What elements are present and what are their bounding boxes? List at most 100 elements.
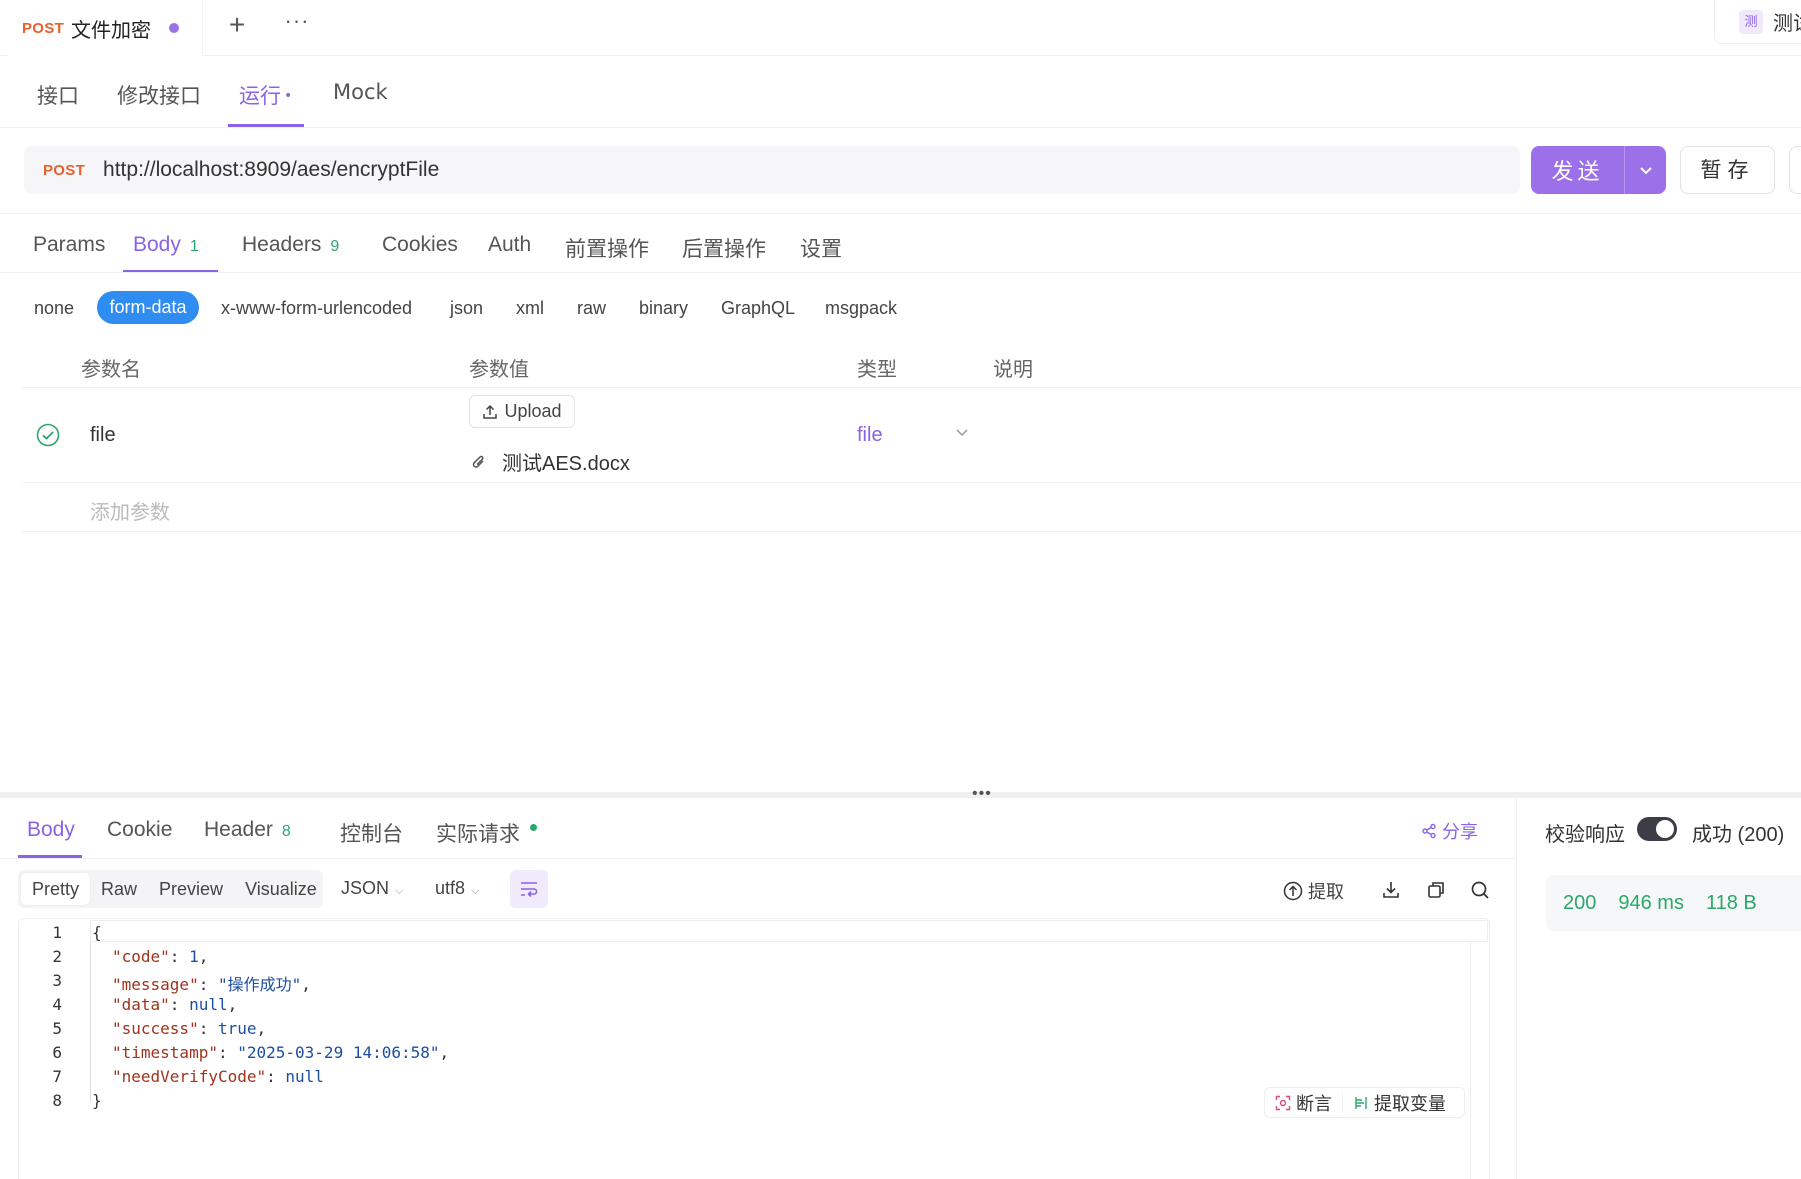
tab-auth[interactable]: Auth bbox=[488, 233, 531, 257]
response-tab-console[interactable]: 控制台 bbox=[340, 818, 403, 848]
environment-selector[interactable]: 测 测试 bbox=[1714, 0, 1801, 44]
view-pretty[interactable]: Pretty bbox=[21, 873, 91, 905]
send-button[interactable]: 发送 bbox=[1531, 146, 1666, 194]
method-selector[interactable]: POST bbox=[43, 162, 85, 179]
request-tab-title: 文件加密 bbox=[71, 17, 152, 42]
extract-button[interactable]: 提取 bbox=[1283, 878, 1344, 904]
toggle-knob bbox=[1656, 820, 1674, 838]
send-button-label: 发送 bbox=[1551, 160, 1604, 185]
line-number: 1 bbox=[52, 923, 62, 942]
send-options-chevron-icon[interactable] bbox=[1625, 162, 1666, 178]
body-type-raw[interactable]: raw bbox=[577, 297, 606, 319]
body-type-json[interactable]: json bbox=[450, 297, 483, 319]
upload-icon bbox=[483, 404, 498, 419]
body-type-graphql[interactable]: GraphQL bbox=[721, 297, 795, 319]
column-header-name: 参数名 bbox=[81, 357, 141, 381]
tab-run[interactable]: 运行 • bbox=[239, 80, 292, 110]
param-name-field[interactable]: file bbox=[90, 424, 116, 447]
save-button[interactable]: 暂存 bbox=[1680, 146, 1775, 194]
request-tab[interactable]: POST 文件加密 bbox=[8, 0, 203, 56]
body-type-msgpack[interactable]: msgpack bbox=[825, 297, 897, 319]
view-raw[interactable]: Raw bbox=[90, 873, 148, 905]
share-button[interactable]: 分享 bbox=[1421, 818, 1478, 844]
more-actions-button[interactable] bbox=[1789, 146, 1801, 194]
tab-pre-actions[interactable]: 前置操作 bbox=[565, 233, 649, 263]
tab-body-label: Body bbox=[133, 233, 181, 256]
code-line: "message": "操作成功", bbox=[112, 975, 311, 994]
body-type-none[interactable]: none bbox=[34, 297, 74, 319]
tab-auth-label: Auth bbox=[488, 233, 532, 256]
url-bar[interactable]: POST http://localhost:8909/aes/encryptFi… bbox=[24, 146, 1520, 194]
environment-badge-icon: 测 bbox=[1739, 9, 1763, 34]
tab-edit-interface[interactable]: 修改接口 bbox=[117, 80, 201, 110]
tab-mock[interactable]: Mock bbox=[333, 80, 388, 104]
response-tab-cookie[interactable]: Cookie bbox=[107, 818, 172, 842]
column-header-description: 说明 bbox=[993, 357, 1033, 381]
actual-request-status-dot-icon bbox=[530, 824, 537, 831]
param-type-select[interactable]: file bbox=[857, 424, 883, 447]
tab-cookies[interactable]: Cookies bbox=[382, 233, 458, 257]
upload-button-label: Upload bbox=[504, 401, 562, 421]
verify-result-select[interactable]: 成功 (200) bbox=[1692, 818, 1784, 847]
code-line: "timestamp": "2025-03-29 14:06:58", bbox=[112, 1043, 450, 1062]
line-number: 5 bbox=[52, 1019, 62, 1038]
add-param-input[interactable]: 添加参数 bbox=[90, 496, 170, 525]
body-type-urlencoded[interactable]: x-www-form-urlencoded bbox=[221, 297, 412, 319]
response-tab-body-label: Body bbox=[27, 818, 75, 841]
tab-pre-actions-label: 前置操作 bbox=[565, 237, 649, 261]
chevron-down-icon[interactable] bbox=[954, 426, 970, 444]
url-input[interactable]: http://localhost:8909/aes/encryptFile bbox=[103, 158, 439, 182]
word-wrap-button[interactable] bbox=[510, 870, 548, 908]
new-tab-button[interactable]: + bbox=[222, 10, 252, 40]
assert-button[interactable]: 断言 bbox=[1265, 1090, 1342, 1116]
body-type-binary[interactable]: binary bbox=[639, 297, 688, 319]
tab-interface[interactable]: 接口 bbox=[37, 80, 79, 110]
line-number: 3 bbox=[52, 971, 62, 990]
body-type-form-data[interactable]: form-data bbox=[97, 291, 199, 324]
drag-handle-icon[interactable]: ••• bbox=[972, 785, 992, 803]
code-scroll-edge bbox=[1470, 942, 1471, 1179]
extract-variable-button[interactable]: 提取变量 bbox=[1343, 1090, 1456, 1116]
view-mode-group: Pretty Raw Preview Visualize bbox=[18, 870, 323, 908]
top-tab-bar bbox=[0, 0, 1801, 56]
code-line: "success": true, bbox=[112, 1019, 267, 1038]
line-number: 8 bbox=[52, 1091, 62, 1110]
body-type-xml[interactable]: xml bbox=[516, 297, 544, 319]
line-number: 4 bbox=[52, 995, 62, 1014]
panel-splitter[interactable] bbox=[0, 792, 1801, 798]
uploaded-file[interactable]: 测试AES.docx bbox=[470, 447, 630, 476]
tab-post-actions[interactable]: 后置操作 bbox=[682, 233, 766, 263]
copy-icon[interactable] bbox=[1425, 879, 1447, 901]
upload-button[interactable]: Upload bbox=[469, 395, 575, 428]
line-number: 7 bbox=[52, 1067, 62, 1086]
tab-body-count: 1 bbox=[189, 238, 199, 255]
code-line: { bbox=[92, 923, 102, 942]
encoding-select[interactable]: utf8 ⌵ bbox=[435, 878, 479, 899]
code-line: "needVerifyCode": null bbox=[112, 1067, 324, 1086]
wrap-icon bbox=[521, 882, 538, 898]
uploaded-file-name: 测试AES.docx bbox=[502, 453, 630, 475]
download-icon[interactable] bbox=[1380, 879, 1402, 901]
tab-run-dot-icon: • bbox=[284, 88, 293, 104]
tab-headers[interactable]: Headers 9 bbox=[242, 233, 339, 257]
view-preview[interactable]: Preview bbox=[148, 873, 234, 905]
response-tab-header[interactable]: Header 8 bbox=[204, 818, 291, 842]
tab-params-label: Params bbox=[33, 233, 106, 256]
verify-response-toggle[interactable] bbox=[1637, 817, 1677, 841]
view-visualize[interactable]: Visualize bbox=[234, 873, 328, 905]
divider bbox=[1516, 798, 1517, 1179]
response-tab-body[interactable]: Body bbox=[27, 818, 75, 842]
environment-name: 测试 bbox=[1773, 13, 1801, 35]
param-enabled-check-icon[interactable] bbox=[36, 423, 60, 447]
tab-settings[interactable]: 设置 bbox=[800, 233, 842, 263]
tab-body[interactable]: Body 1 bbox=[133, 233, 199, 257]
divider bbox=[22, 482, 1801, 483]
response-tab-actual-request[interactable]: 实际请求 bbox=[436, 818, 537, 848]
more-tabs-button[interactable]: ··· bbox=[282, 10, 312, 40]
search-icon[interactable] bbox=[1469, 879, 1491, 901]
tab-params[interactable]: Params bbox=[33, 233, 105, 257]
format-select[interactable]: JSON ⌵ bbox=[341, 878, 403, 899]
response-tab-cookie-label: Cookie bbox=[107, 818, 173, 841]
extract-variable-button-label: 提取变量 bbox=[1374, 1093, 1446, 1114]
code-line: "code": 1, bbox=[112, 947, 209, 966]
